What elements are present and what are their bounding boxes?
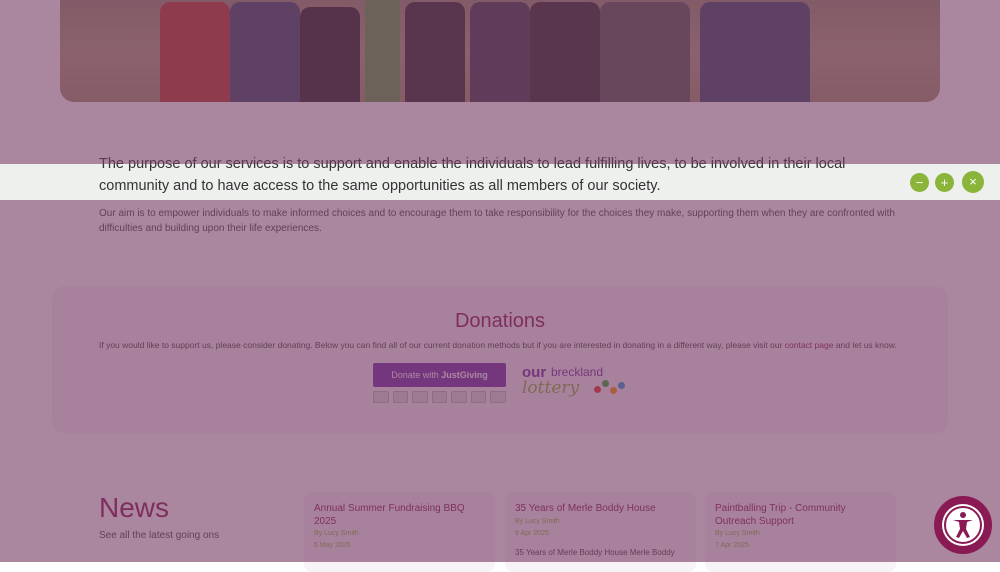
news-card-excerpt: 35 Years of Merle Boddy House Merle Bodd… (515, 548, 675, 557)
news-card[interactable]: Annual Summer Fundraising BBQ 2025 By Lu… (304, 492, 495, 572)
close-reading-guide-button[interactable]: × (962, 171, 984, 193)
paypal-icon (490, 391, 507, 403)
news-card-title[interactable]: 35 Years of Merle Boddy House (515, 503, 685, 516)
news-card-title[interactable]: Annual Summer Fundraising BBQ 2025 (314, 503, 484, 528)
accessibility-button-face (942, 504, 984, 546)
news-card-author: By Lucy Smith (715, 530, 760, 537)
contact-page-link[interactable]: contact page (785, 340, 834, 350)
news-card[interactable]: Paintballing Trip - Community Outreach S… (705, 492, 896, 572)
news-card-author: By Lucy Smith (314, 530, 359, 537)
news-card-author: By Lucy Smith (515, 518, 560, 525)
donations-text-after: and let us know. (833, 340, 897, 350)
bank-icon (431, 391, 448, 403)
donations-text-before: If you would like to support us, please … (99, 340, 785, 350)
apple-pay-icon (470, 391, 487, 403)
payment-methods-icons (373, 391, 507, 403)
justgiving-prefix: Donate with (391, 370, 442, 380)
visa-icon (392, 391, 409, 403)
accessibility-icon (944, 506, 982, 544)
news-card-title[interactable]: Paintballing Trip - Community Outreach S… (715, 503, 885, 528)
amex-icon (412, 391, 428, 403)
lottery-balls-icon (594, 380, 628, 396)
lottery-logo-breckland: breckland (551, 365, 604, 379)
news-card-date: 7 Apr 2025 (715, 542, 749, 549)
increase-size-button[interactable]: + (935, 173, 954, 192)
news-card[interactable]: 35 Years of Merle Boddy House By Lucy Sm… (505, 492, 696, 572)
news-title: News (99, 492, 170, 523)
mastercard-icon (373, 391, 389, 403)
aim-text: Our aim is to empower individuals to mak… (99, 208, 895, 234)
donations-text: If you would like to support us, please … (99, 340, 919, 350)
news-card-date: 9 Apr 2025 (515, 530, 549, 537)
decrease-size-button[interactable]: − (910, 173, 929, 192)
lottery-logo-lottery: lottery (522, 378, 580, 398)
donations-title: Donations (454, 310, 546, 332)
news-card-date: 5 May 2025 (314, 542, 351, 549)
donations-section: Donations If you would like to support u… (52, 286, 948, 434)
team-photo (60, 0, 940, 102)
news-subtitle[interactable]: See all the latest going ons (99, 530, 219, 541)
our-breckland-lottery-logo[interactable]: our breckland lottery (522, 364, 632, 402)
accessibility-menu-button[interactable] (934, 496, 992, 554)
justgiving-donate-button[interactable]: Donate with JustGiving (373, 363, 506, 387)
phone-icon (451, 391, 467, 403)
justgiving-brand: JustGiving (441, 370, 488, 380)
